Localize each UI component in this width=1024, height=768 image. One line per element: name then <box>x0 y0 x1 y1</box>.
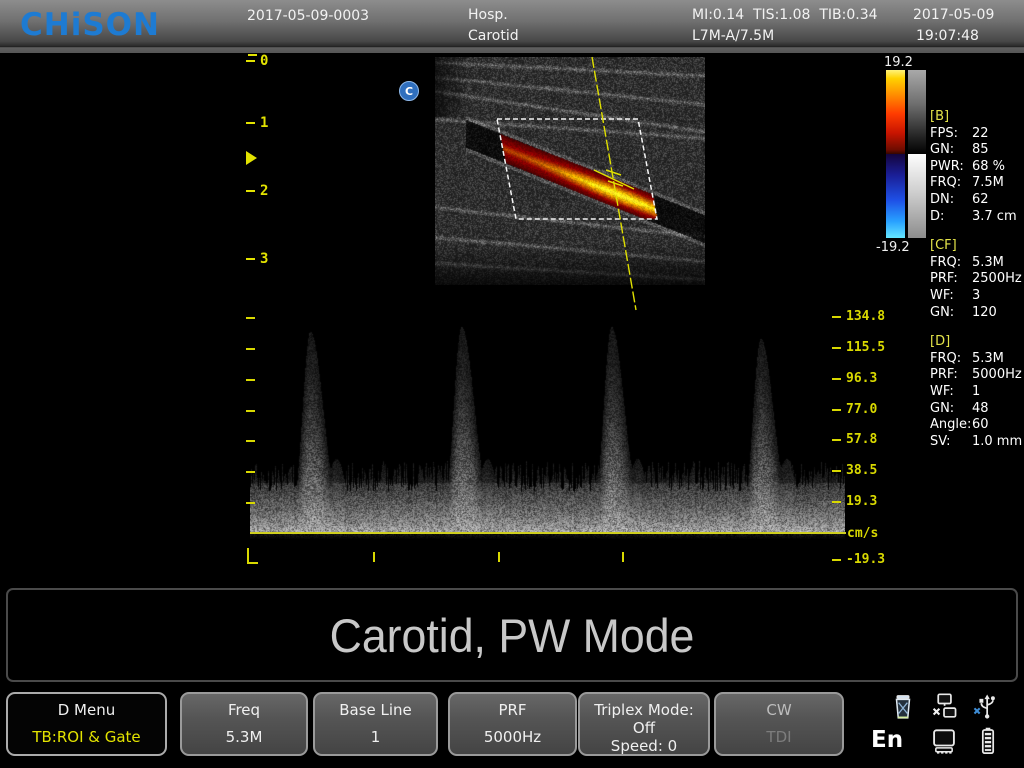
doppler-baseline <box>250 532 846 534</box>
param-row: GN:48 <box>930 401 1024 418</box>
param-row: GN:120 <box>930 305 1024 322</box>
hospital-label: Hosp. <box>468 7 508 23</box>
depth-mark: 1 <box>246 115 268 131</box>
param-row: FPS:22 <box>930 126 1024 143</box>
d-mode-section-title: [D] <box>930 334 1024 351</box>
velocity-tick <box>246 471 255 473</box>
colorbar-negative <box>886 154 905 238</box>
graybar-lower <box>908 154 926 238</box>
date-display: 2017-05-09 <box>913 7 994 23</box>
velocity-label: 38.5 <box>832 463 877 478</box>
velocity-label-negative: -19.3 <box>832 552 885 567</box>
param-row: GN:85 <box>930 142 1024 159</box>
time-axis-origin-mark <box>247 548 258 564</box>
time-axis-tick <box>373 552 375 562</box>
velocity-label: 115.5 <box>832 340 885 355</box>
colorbar-positive <box>886 70 905 154</box>
time-axis-tick <box>622 552 624 562</box>
acoustic-indices: MI:0.14 TIS:1.08 TIB:0.34 <box>692 7 878 23</box>
ultrasound-screen: CHiSON 2017-05-09-0003 Hosp. Carotid MI:… <box>0 0 1024 768</box>
velocity-tick <box>246 379 255 381</box>
patient-id: 2017-05-09-0003 <box>247 8 369 24</box>
baseline-button[interactable]: Base Line 1 <box>313 692 438 756</box>
top-status-bar: CHiSON 2017-05-09-0003 Hosp. Carotid MI:… <box>0 0 1024 53</box>
exam-preset: Carotid <box>468 28 519 44</box>
focus-marker-icon <box>246 151 257 165</box>
depth-mark: 3 <box>246 251 268 267</box>
triplex-mode-button[interactable]: Triplex Mode: Off Speed: 0 <box>578 692 710 756</box>
param-row: PWR:68 % <box>930 159 1024 176</box>
param-row: PRF:5000Hz <box>930 367 1024 384</box>
param-row: FRQ:5.3M <box>930 351 1024 368</box>
velocity-tick <box>246 348 255 350</box>
imaging-area: C 0 1 2 3 19.2 -19.2 [B] FPS:22 GN:85 PW… <box>0 53 1024 588</box>
param-row: D:3.7 cm <box>930 209 1024 226</box>
probe-name: L7M-A/7.5M <box>692 28 774 44</box>
time-axis-tick <box>498 552 500 562</box>
depth-mark: 0 <box>246 53 268 69</box>
param-row: SV:1.0 mm <box>930 434 1024 451</box>
cw-tdi-button[interactable]: CW TDI <box>714 692 844 756</box>
velocity-label: 19.3 <box>832 494 877 509</box>
spectral-canvas <box>250 300 845 545</box>
velocity-tick <box>246 410 255 412</box>
network-disconnected-icon <box>930 692 956 722</box>
velocity-unit: cm/s <box>847 526 878 541</box>
velocity-label: 96.3 <box>832 371 877 386</box>
velocity-tick <box>246 502 255 504</box>
brand-logo: CHiSON <box>20 7 160 43</box>
colorbar-max-label: 19.2 <box>884 55 913 70</box>
velocity-tick <box>246 317 255 319</box>
velocity-label: 57.8 <box>832 432 877 447</box>
param-row: FRQ:5.3M <box>930 255 1024 272</box>
system-monitor-icon <box>930 728 956 758</box>
parameter-panel: [B] FPS:22 GN:85 PWR:68 % FRQ:7.5M DN:62… <box>930 109 1024 450</box>
freq-button[interactable]: Freq 5.3M <box>180 692 308 756</box>
mode-banner-text: Carotid, PW Mode <box>330 608 695 663</box>
depth-mark: 2 <box>246 183 268 199</box>
softkey-toolbar: D Menu TB:ROI & Gate Freq 5.3M Base Line… <box>0 686 1024 768</box>
param-row: WF:3 <box>930 288 1024 305</box>
gray-map-bar <box>908 70 926 238</box>
param-row: WF:1 <box>930 384 1024 401</box>
d-menu-button[interactable]: D Menu TB:ROI & Gate <box>6 692 167 756</box>
graybar-upper <box>908 70 926 154</box>
cf-mode-section-title: [CF] <box>930 238 1024 255</box>
param-row: Angle:60 <box>930 417 1024 434</box>
orientation-marker: C <box>399 81 419 101</box>
prf-button[interactable]: PRF 5000Hz <box>448 692 577 756</box>
recycle-bin-icon <box>890 692 916 722</box>
b-mode-section-title: [B] <box>930 109 1024 126</box>
battery-icon <box>976 726 1002 756</box>
colorbar-min-label: -19.2 <box>876 240 910 255</box>
velocity-tick <box>246 440 255 442</box>
param-row: PRF:2500Hz <box>930 271 1024 288</box>
param-row: FRQ:7.5M <box>930 175 1024 192</box>
color-flow-bar <box>886 70 905 238</box>
time-display: 19:07:48 <box>916 28 979 44</box>
usb-icon <box>972 691 998 721</box>
mode-banner: Carotid, PW Mode <box>6 588 1018 682</box>
bmode-image-canvas <box>435 57 705 285</box>
velocity-label: 77.0 <box>832 402 877 417</box>
language-indicator[interactable]: En <box>871 727 903 753</box>
velocity-label: 134.8 <box>832 309 885 324</box>
param-row: DN:62 <box>930 192 1024 209</box>
